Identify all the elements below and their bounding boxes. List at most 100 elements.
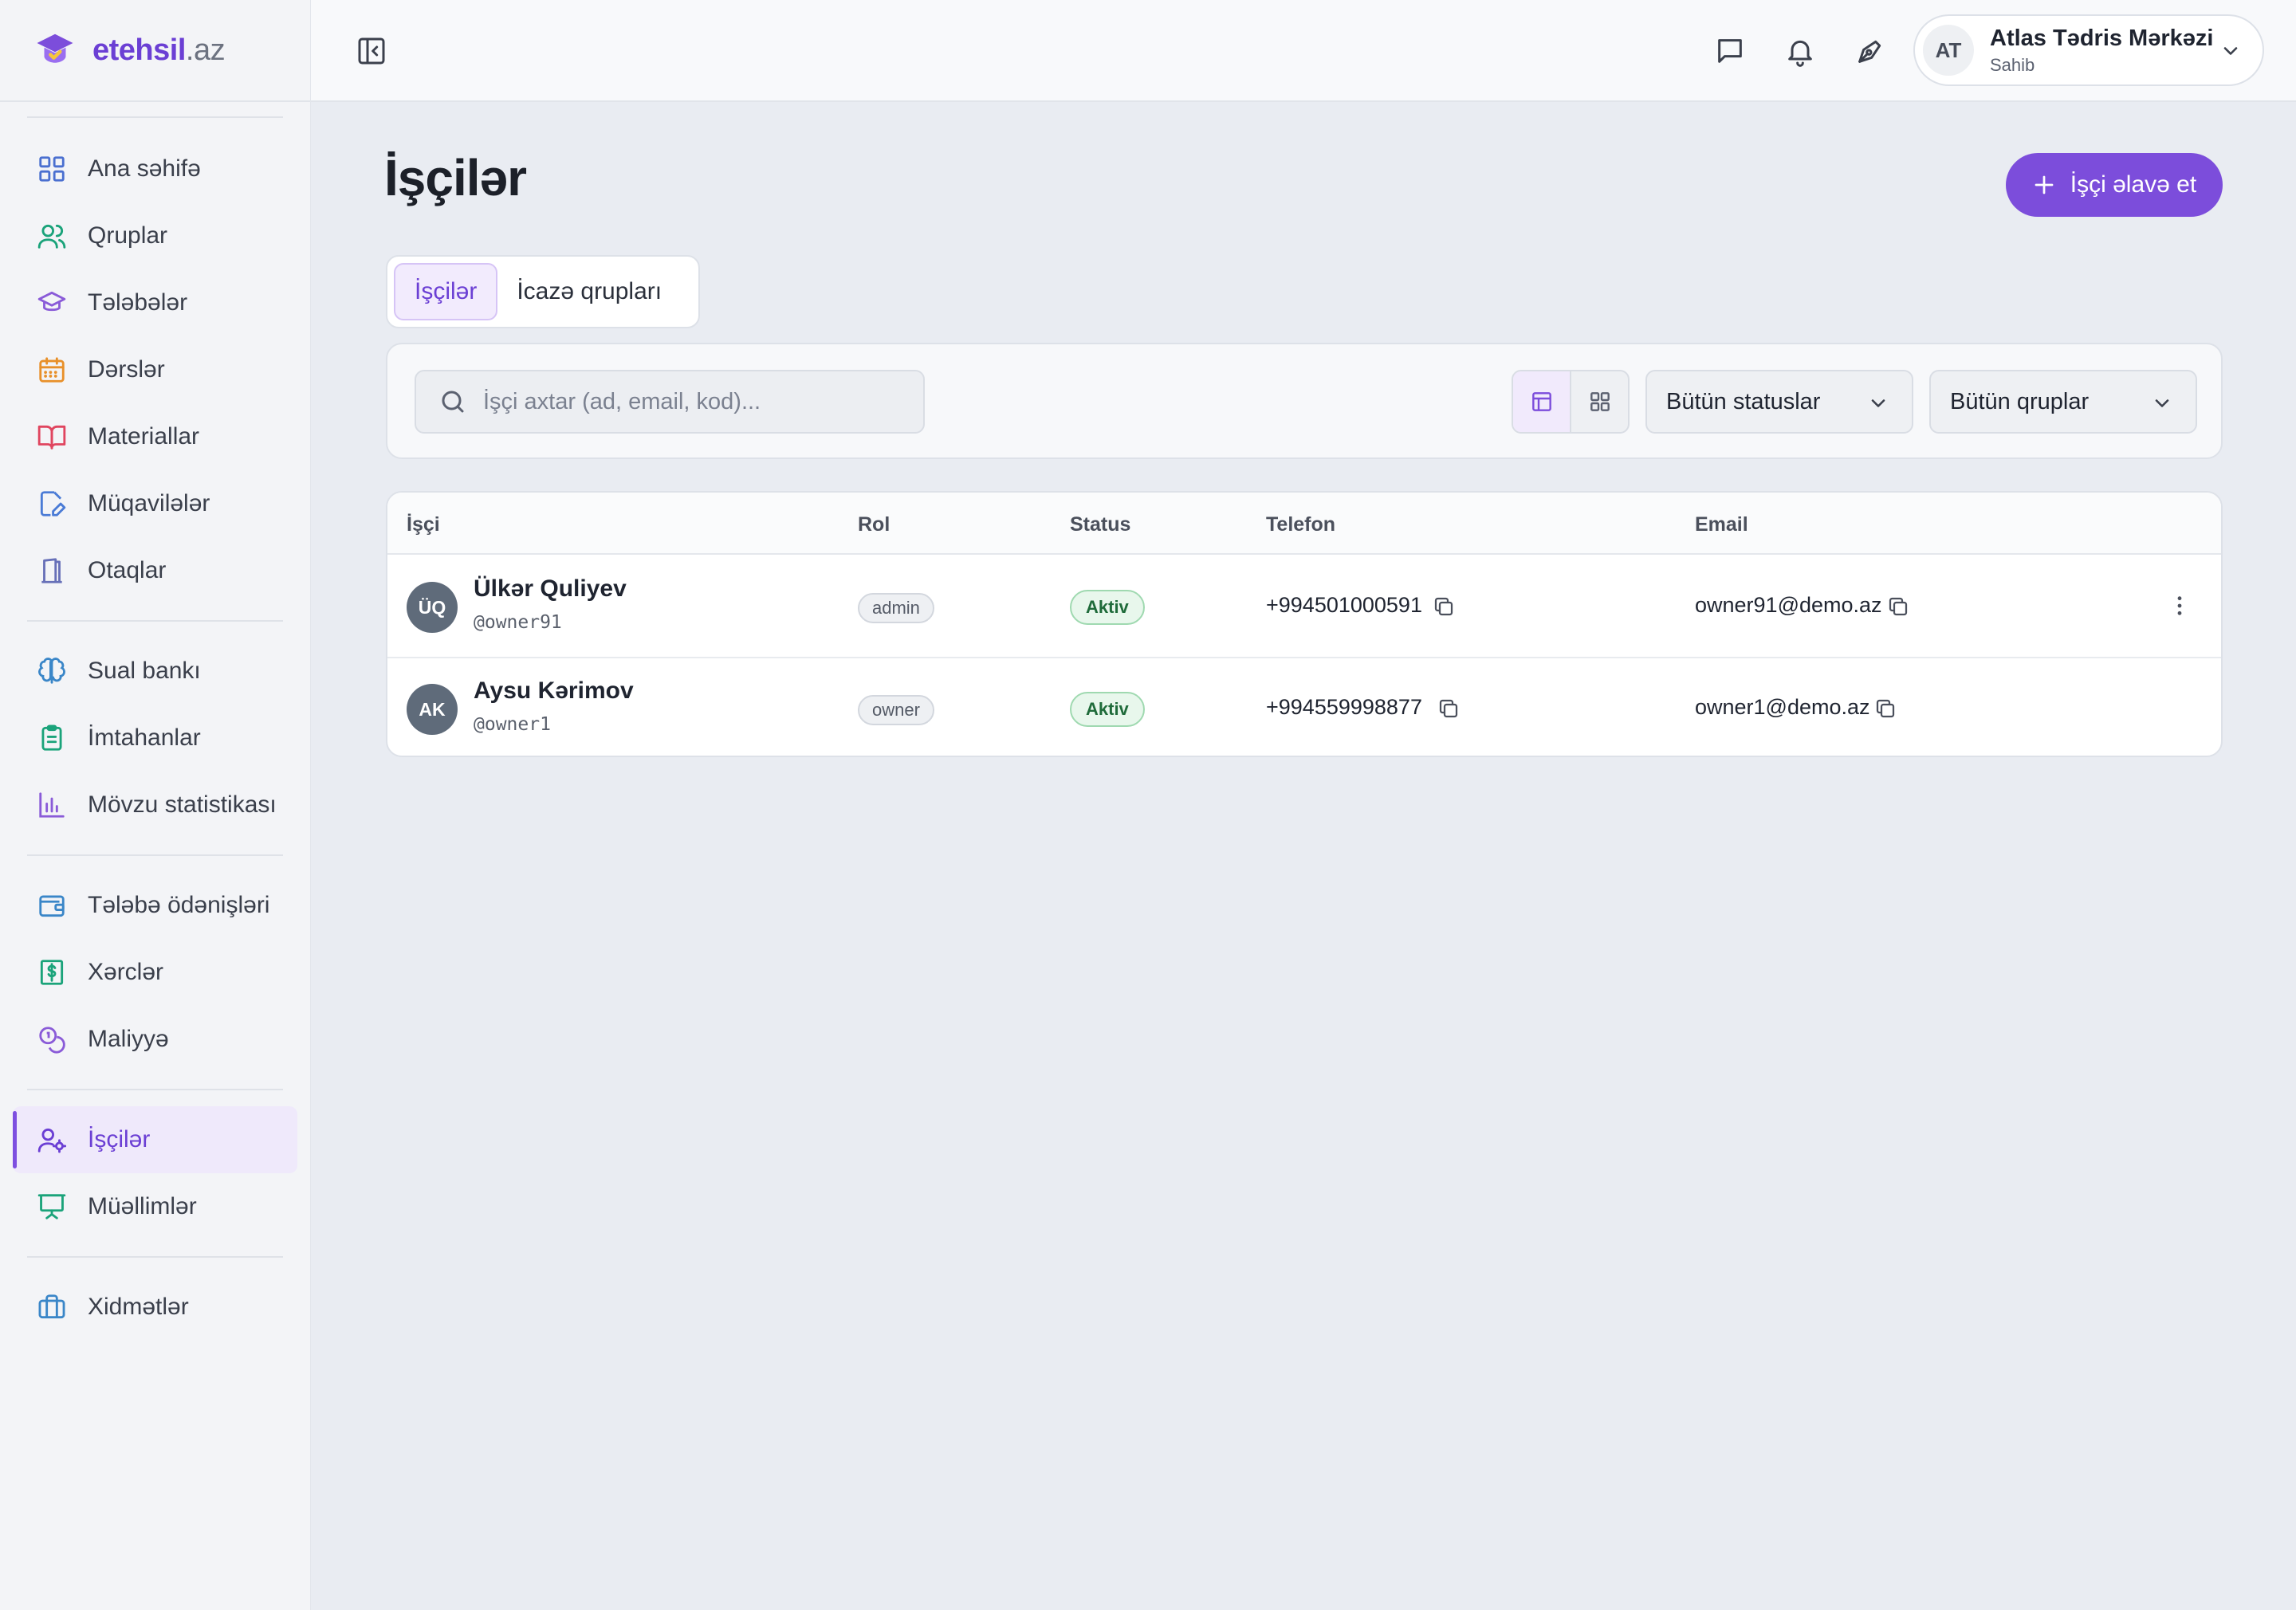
sidebar-item-xidmetler[interactable]: Xidmətlər (0, 1274, 310, 1341)
brand-logo[interactable]: etehsil.az (0, 0, 310, 102)
receipt-icon (40, 960, 64, 985)
sidebar-item-movzu-statistikasi[interactable]: Mövzu statistikası (0, 772, 310, 838)
group-select-value: Bütün qruplar (1950, 388, 2090, 414)
sidebar-item-label: Ana səhifə (88, 155, 201, 182)
role-badge: owner (858, 695, 934, 725)
bar-chart-icon (39, 792, 65, 818)
sidebar-item-label: Tələbələr (88, 289, 188, 316)
grid-view-button[interactable] (1571, 371, 1628, 432)
nav-group-exams: Sual bankı İmtahanlar Mövzu statistikası (0, 622, 310, 854)
more-vertical-icon[interactable] (2167, 593, 2192, 618)
topbar: AT Atlas Tədris Mərkəzi Sahib (311, 0, 2296, 102)
sidebar-item-label: Müəllimlər (88, 1193, 197, 1219)
sidebar-item-label: İmtahanlar (88, 724, 201, 751)
column-header-employee[interactable]: İşçi (407, 513, 440, 536)
sidebar-item-maliyye[interactable]: Maliyyə (0, 1006, 310, 1073)
column-header-phone[interactable]: Telefon (1266, 513, 1335, 536)
copy-icon[interactable] (1432, 595, 1456, 618)
grid-icon (39, 156, 65, 182)
sidebar-item-label: Xərclər (88, 959, 164, 985)
presentation-icon (37, 1194, 66, 1219)
status-select[interactable]: Bütün statuslar (1645, 370, 1913, 434)
pen-tool-icon[interactable] (1854, 35, 1886, 67)
sidebar-item-xercler[interactable]: Xərclər (0, 939, 310, 1006)
sidebar-item-qruplar[interactable]: Qruplar (0, 202, 310, 269)
avatar: AT (1923, 25, 1974, 76)
search-input[interactable] (483, 388, 914, 415)
employee-name[interactable]: Ülkər Quliyev (474, 575, 627, 603)
users-icon (37, 224, 66, 249)
column-header-role[interactable]: Rol (858, 513, 890, 536)
coins-icon (39, 1027, 65, 1054)
page-title: İşçilər (384, 149, 527, 206)
bell-icon[interactable] (1784, 35, 1816, 67)
add-employee-label: İşçi əlavə et (2070, 171, 2197, 198)
tab-permission-groups[interactable]: İcazə qrupları (497, 263, 681, 320)
wallet-icon (39, 895, 65, 917)
sidebar-item-telebeler[interactable]: Tələbələr (0, 269, 310, 336)
sidebar: etehsil.az Ana səhifə Qruplar Tələbələr … (0, 0, 311, 1610)
profile-role: Sahib (1990, 54, 2035, 75)
table-view-button[interactable] (1513, 371, 1571, 432)
employee-username: @owner91 (474, 612, 562, 633)
status-badge: Aktiv (1070, 590, 1145, 625)
table-icon (1531, 392, 1551, 411)
nav-group-services: Xidmətlər (0, 1258, 310, 1357)
sidebar-item-label: Maliyyə (88, 1026, 169, 1052)
chevron-down-icon (1871, 399, 1885, 407)
phone-text: +994501000591 (1266, 593, 1422, 617)
tab-list: İşçilər İcazə qrupları (386, 255, 700, 328)
avatar: ÜQ (407, 582, 458, 633)
table-row[interactable]: AK Aysu Kərimov @owner1 owner Aktiv +994… (387, 657, 2221, 756)
sidebar-item-materiallar[interactable]: Materiallar (0, 403, 310, 470)
sidebar-item-ana-sehife[interactable]: Ana səhifə (0, 135, 310, 202)
profile-name: Atlas Tədris Mərkəzi (1990, 25, 2214, 51)
sidebar-item-muellimler[interactable]: Müəllimlər (0, 1173, 310, 1240)
email-text: owner91@demo.az (1695, 593, 1882, 617)
nav-group-staff: İşçilər Müəllimlər (0, 1090, 310, 1256)
sidebar-item-label: Materiallar (88, 423, 200, 450)
sidebar-item-otaqlar[interactable]: Otaqlar (0, 537, 310, 604)
message-icon[interactable] (1714, 35, 1746, 67)
copy-icon[interactable] (1437, 697, 1461, 721)
sidebar-item-label: İşçilər (88, 1126, 151, 1153)
door-icon (41, 558, 62, 583)
calendar-icon (39, 357, 65, 383)
profile-menu[interactable]: AT Atlas Tədris Mərkəzi Sahib (1913, 14, 2264, 86)
chevron-down-icon (2155, 399, 2169, 407)
brand-name: etehsil.az (92, 33, 226, 67)
clipboard-icon (41, 724, 62, 751)
view-toggle (1512, 370, 1630, 434)
book-open-icon (37, 425, 66, 450)
sidebar-item-muqavileler[interactable]: Müqavilələr (0, 470, 310, 537)
column-header-email[interactable]: Email (1695, 513, 1748, 536)
table-row[interactable]: ÜQ Ülkər Quliyev @owner91 admin Aktiv +9… (387, 556, 2221, 657)
file-edit-icon (40, 491, 66, 516)
sidebar-item-label: Müqavilələr (88, 490, 210, 516)
sidebar-item-imtahanlar[interactable]: İmtahanlar (0, 705, 310, 772)
search-box (415, 370, 925, 434)
avatar: AK (407, 684, 458, 735)
plus-icon (2035, 175, 2054, 194)
role-badge: admin (858, 593, 934, 623)
sidebar-item-dersler[interactable]: Dərslər (0, 336, 310, 403)
group-select[interactable]: Bütün qruplar (1929, 370, 2197, 434)
tab-employees[interactable]: İşçilər (394, 263, 498, 320)
add-employee-button[interactable]: İşçi əlavə et (2006, 153, 2223, 217)
graduation-cap-icon (37, 291, 66, 312)
column-header-status[interactable]: Status (1070, 513, 1130, 536)
employee-name[interactable]: Aysu Kərimov (474, 677, 634, 705)
sidebar-collapse-icon[interactable] (356, 35, 387, 67)
sidebar-item-sual-banki[interactable]: Sual bankı (0, 638, 310, 705)
employees-table: İşçi Rol Status Telefon Email ÜQ Ülkər Q… (386, 491, 2223, 757)
copy-icon[interactable] (1886, 595, 1910, 618)
table-header: İşçi Rol Status Telefon Email (387, 493, 2221, 555)
sidebar-item-telebe-odenisleri[interactable]: Tələbə ödənişləri (0, 872, 310, 939)
employee-username: @owner1 (474, 714, 551, 735)
sidebar-item-isciler[interactable]: İşçilər (13, 1106, 297, 1173)
grid-icon (1590, 392, 1610, 411)
copy-icon[interactable] (1873, 697, 1897, 721)
email-text: owner1@demo.az (1695, 695, 1870, 719)
filter-bar: Bütün statuslar Bütün qruplar (386, 343, 2223, 459)
sidebar-item-label: Mövzu statistikası (88, 791, 277, 818)
